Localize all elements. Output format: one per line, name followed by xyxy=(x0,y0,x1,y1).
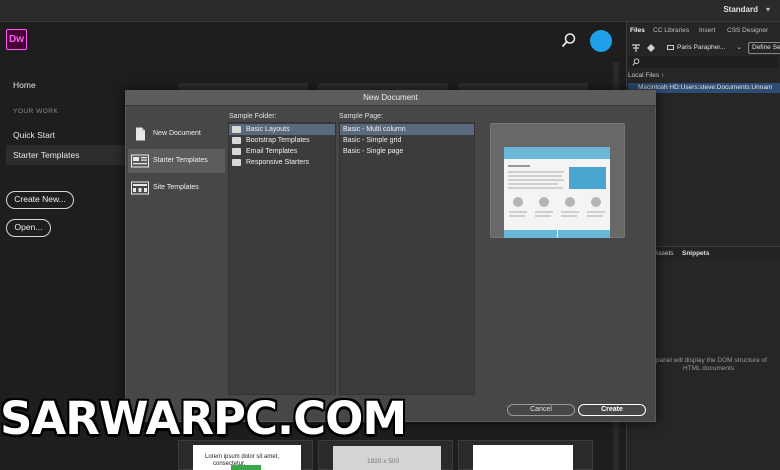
card-text: consectetur. xyxy=(213,461,246,467)
folder-label: Bootstrap Templates xyxy=(246,136,310,144)
preview-footer-divider xyxy=(557,230,558,238)
define-site-button[interactable]: Define Se xyxy=(748,42,780,54)
category-label: Starter Templates xyxy=(153,157,208,164)
preview-hero-box xyxy=(569,167,606,189)
preview-circle xyxy=(565,197,575,207)
preview-column-text xyxy=(561,211,579,221)
folder-icon xyxy=(232,148,241,155)
template-card-preview xyxy=(473,445,573,470)
dom-panel-message: HTML documents xyxy=(683,365,735,372)
tab-assets[interactable]: Assets xyxy=(654,250,674,257)
nav-home[interactable]: Home xyxy=(13,80,36,90)
page-label: Basic - Simple grid xyxy=(343,136,402,144)
folder-item-email-templates[interactable]: Email Templates xyxy=(229,146,335,157)
tab-cc-libraries[interactable]: CC Libraries xyxy=(653,27,689,34)
category-new-document[interactable]: New Document xyxy=(128,122,225,146)
preview-hero-text xyxy=(508,165,566,195)
local-files-label: Local Files xyxy=(628,72,660,79)
chevron-down-icon[interactable]: ▾ xyxy=(766,5,770,14)
nav-starter-templates-label: Starter Templates xyxy=(13,150,80,160)
folder-label: Responsive Starters xyxy=(246,158,310,166)
card-size-label: 1920 x 500 xyxy=(367,458,400,465)
preview-circle xyxy=(513,197,523,207)
tab-insert[interactable]: Insert xyxy=(699,27,715,34)
tab-files[interactable]: Files xyxy=(630,27,645,34)
dom-panel-message: panel will display the DOM structure of xyxy=(656,357,767,364)
sync-icon[interactable] xyxy=(646,43,656,53)
watermark: SARWARPC.COM xyxy=(0,392,407,445)
dialog-title: New Document xyxy=(363,93,418,102)
nav-section-label: YOUR WORK xyxy=(13,108,59,115)
open-button[interactable]: Open... xyxy=(6,219,51,237)
workspace-switcher[interactable]: Standard xyxy=(723,5,758,14)
category-label: New Document xyxy=(153,130,201,137)
site-select-value: Paris Parapher... xyxy=(677,44,726,51)
create-new-button[interactable]: Create New... xyxy=(6,191,74,209)
folder-icon xyxy=(232,137,241,144)
dreamweaver-logo: Dw xyxy=(6,29,27,50)
preview-line xyxy=(561,211,579,213)
category-site-templates[interactable]: Site Templates xyxy=(128,176,225,200)
sample-page-label: Sample Page: xyxy=(339,113,383,120)
avatar[interactable] xyxy=(590,30,612,52)
cancel-button[interactable]: Cancel xyxy=(507,404,575,416)
category-starter-templates[interactable]: Starter Templates xyxy=(128,149,225,173)
preview-line xyxy=(587,215,603,217)
files-search-input[interactable] xyxy=(628,56,778,68)
site-template-icon xyxy=(131,181,149,195)
preview-circle xyxy=(539,197,549,207)
tab-snippets[interactable]: Snippets xyxy=(682,250,709,257)
preview-circle xyxy=(591,197,601,207)
folder-item-bootstrap-templates[interactable]: Bootstrap Templates xyxy=(229,135,335,146)
home-header xyxy=(0,22,626,58)
preview-column-text xyxy=(587,211,605,221)
preview-line xyxy=(508,187,563,189)
card-text: Lorem ipsum dolor sit amet, xyxy=(205,454,280,460)
preview-column-text xyxy=(535,211,553,221)
folder-item-basic-layouts[interactable]: Basic Layouts xyxy=(229,124,335,135)
document-icon xyxy=(136,127,145,141)
preview-line xyxy=(561,215,577,217)
folder-item-responsive-starters[interactable]: Responsive Starters xyxy=(229,157,335,168)
page-label: Basic - Multi column xyxy=(343,125,406,133)
site-select[interactable]: Paris Parapher... ⌄ xyxy=(666,42,744,54)
search-icon xyxy=(632,58,640,66)
preview-header xyxy=(504,147,610,159)
folder-label: Email Templates xyxy=(246,147,298,155)
sample-page-list xyxy=(339,122,475,395)
preview-column-text xyxy=(509,211,527,221)
preview-line xyxy=(508,179,564,181)
sort-arrow-icon: ↑ xyxy=(660,72,665,79)
page-item-simple-grid[interactable]: Basic - Simple grid xyxy=(340,135,474,146)
folder-label: Basic Layouts xyxy=(246,125,290,133)
preview-line xyxy=(535,211,553,213)
template-card[interactable] xyxy=(458,440,593,470)
template-preview-page xyxy=(504,147,610,238)
page-item-single-page[interactable]: Basic - Single page xyxy=(340,146,474,157)
chevron-down-icon: ⌄ xyxy=(736,44,742,51)
connect-icon[interactable] xyxy=(631,43,641,53)
top-bar xyxy=(0,0,780,22)
folder-icon xyxy=(232,126,241,133)
category-label: Site Templates xyxy=(153,184,199,191)
preview-line xyxy=(509,215,525,217)
sample-folder-label: Sample Folder: xyxy=(229,113,277,120)
folder-icon xyxy=(667,45,674,50)
folder-icon xyxy=(232,159,241,166)
preview-line xyxy=(508,165,530,167)
create-button[interactable]: Create xyxy=(578,404,646,416)
preview-line xyxy=(508,175,562,177)
preview-line xyxy=(509,211,527,213)
page-label: Basic - Single page xyxy=(343,147,404,155)
page-item-multi-column[interactable]: Basic - Multi column xyxy=(340,124,474,135)
nav-quick-start[interactable]: Quick Start xyxy=(13,130,55,140)
preview-line xyxy=(587,211,605,213)
preview-line xyxy=(508,171,564,173)
preview-line xyxy=(535,215,551,217)
preview-line xyxy=(508,183,558,185)
local-files-header[interactable]: Local Files ↑ xyxy=(628,72,664,79)
tab-css-designer[interactable]: CSS Designer xyxy=(727,27,768,34)
template-icon xyxy=(131,154,149,168)
search-icon[interactable] xyxy=(561,32,577,48)
